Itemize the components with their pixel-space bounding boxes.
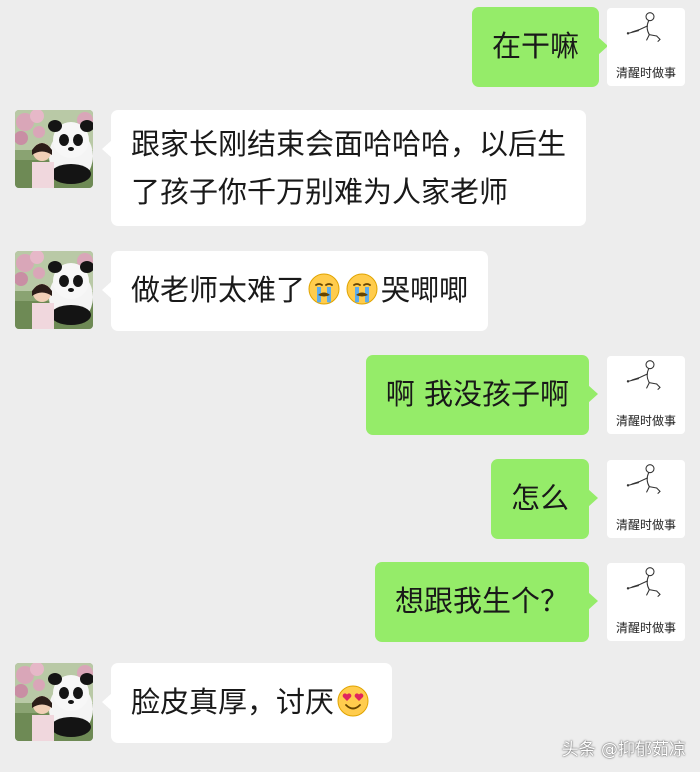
- message-text: 怎么: [510, 481, 569, 515]
- message-text: 在干嘛: [491, 29, 579, 63]
- message-text: 哭唧唧: [381, 273, 469, 307]
- message-bubble[interactable]: 怎么: [490, 459, 599, 539]
- loudly-crying-face-icon: [307, 272, 341, 306]
- self-avatar[interactable]: 清醒时做事: [607, 563, 685, 641]
- watermark: 头条 @抑郁茹凉: [561, 740, 686, 760]
- message-text-line: 了孩子你千万别难为人家老师: [131, 175, 509, 209]
- contact-avatar[interactable]: [15, 663, 93, 741]
- message-bubble[interactable]: 跟家长刚结束会面哈哈哈，以后生 了孩子你千万别难为人家老师: [101, 110, 587, 226]
- self-avatar-image: [607, 356, 685, 408]
- self-avatar-image: [607, 460, 685, 512]
- message-bubble[interactable]: 啊 我没孩子啊: [365, 355, 599, 435]
- message-row: 脸皮真厚，讨厌: [0, 663, 700, 743]
- contact-avatar-image: [15, 251, 93, 329]
- loudly-crying-face-icon: [345, 272, 379, 306]
- heart-eyes-face-icon: [336, 684, 370, 718]
- message-row: 在干嘛 清醒时做事: [0, 7, 700, 87]
- self-avatar-image: [607, 563, 685, 615]
- contact-avatar[interactable]: [15, 110, 93, 188]
- message-text: 脸皮真厚，讨厌: [131, 685, 335, 719]
- self-avatar-caption: 清醒时做事: [615, 518, 676, 532]
- self-avatar-image: [607, 8, 685, 60]
- self-avatar-caption: 清醒时做事: [615, 66, 676, 80]
- message-row: 想跟我生个？ 清醒时做事: [0, 562, 700, 642]
- message-bubble[interactable]: 想跟我生个？: [374, 562, 599, 642]
- self-avatar[interactable]: 清醒时做事: [607, 460, 685, 538]
- message-row: 做老师太难了 哭唧唧: [0, 251, 700, 331]
- self-avatar-caption: 清醒时做事: [615, 621, 676, 635]
- message-bubble[interactable]: 脸皮真厚，讨厌: [101, 663, 393, 743]
- message-row: 啊 我没孩子啊 清醒时做事: [0, 355, 700, 435]
- contact-avatar[interactable]: [15, 251, 93, 329]
- self-avatar-caption: 清醒时做事: [615, 414, 676, 428]
- message-bubble[interactable]: 在干嘛: [471, 7, 609, 87]
- message-text-line: 跟家长刚结束会面哈哈哈，以后生: [131, 127, 567, 161]
- self-avatar[interactable]: 清醒时做事: [607, 8, 685, 86]
- self-avatar[interactable]: 清醒时做事: [607, 356, 685, 434]
- message-row: 跟家长刚结束会面哈哈哈，以后生 了孩子你千万别难为人家老师: [0, 110, 700, 226]
- message-text: 啊 我没孩子啊: [385, 377, 569, 411]
- message-row: 怎么 清醒时做事: [0, 459, 700, 539]
- message-text: 做老师太难了: [131, 273, 306, 307]
- contact-avatar-image: [15, 663, 93, 741]
- contact-avatar-image: [15, 110, 93, 188]
- message-bubble[interactable]: 做老师太难了 哭唧唧: [101, 251, 489, 331]
- message-text: 想跟我生个？: [394, 584, 569, 618]
